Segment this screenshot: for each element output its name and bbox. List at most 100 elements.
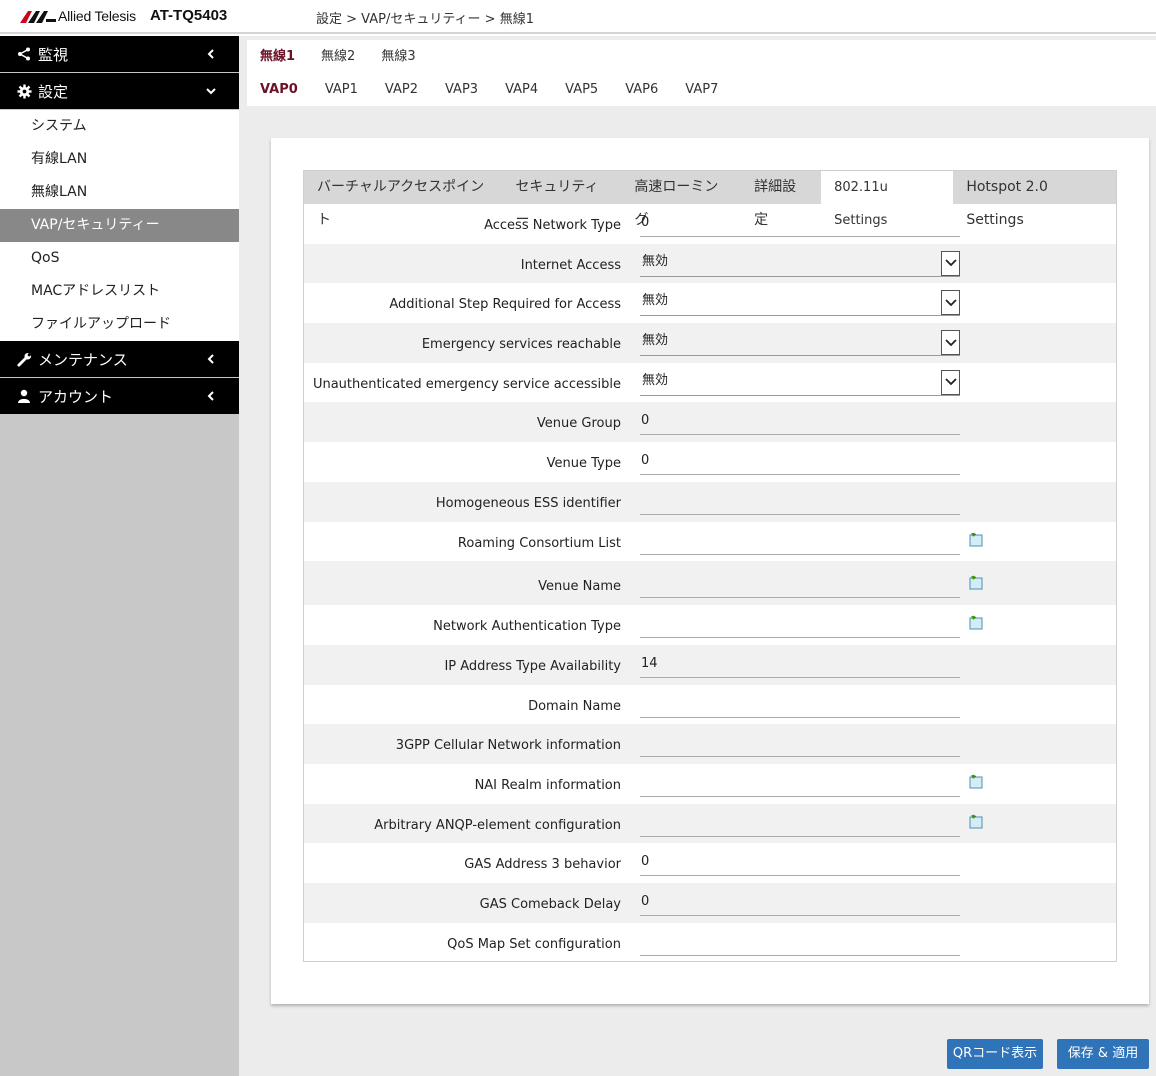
tab-vap4[interactable]: VAP4 <box>492 74 552 106</box>
venue-group-input[interactable]: 0 <box>640 413 960 436</box>
form-row: NAI Realm information <box>304 764 1116 804</box>
roaming-consortium-input[interactable] <box>640 533 960 555</box>
radio-tabs: 無線1 無線2 無線3 <box>247 40 429 72</box>
chevron-left-icon <box>207 391 214 401</box>
form-row: Homogeneous ESS identifier <box>304 481 1116 522</box>
form-row: QoS Map Set configuration <box>304 923 1116 963</box>
tab-vap1[interactable]: VAP1 <box>312 74 372 106</box>
sidebar-item-wireless-lan[interactable]: 無線LAN <box>0 176 239 209</box>
domain-name-input[interactable] <box>640 696 960 718</box>
nai-realm-input[interactable] <box>640 775 960 797</box>
tab-vap5[interactable]: VAP5 <box>552 74 612 106</box>
form-row: IP Address Type Availability 14 <box>304 644 1116 685</box>
form-row: GAS Address 3 behavior 0 <box>304 843 1116 883</box>
unauth-emergency-label: Unauthenticated emergency service access… <box>312 376 621 392</box>
qos-map-set-label: QoS Map Set configuration <box>447 936 621 952</box>
tab-hotspot20-settings[interactable]: Hotspot 2.0 Settings <box>953 171 1116 228</box>
chevron-down-icon[interactable] <box>941 250 960 276</box>
form-row: 3GPP Cellular Network information <box>304 724 1116 764</box>
sidebar-item-file-upload[interactable]: ファイルアップロード <box>0 308 239 341</box>
tab-radio1[interactable]: 無線1 <box>247 40 309 72</box>
tab-80211u-settings[interactable]: 802.11u Settings <box>821 171 954 228</box>
venue-name-input[interactable] <box>640 576 960 599</box>
venue-type-input[interactable]: 0 <box>640 453 960 476</box>
additional-step-value: 無効 <box>642 293 669 309</box>
tab-vap2[interactable]: VAP2 <box>372 74 432 106</box>
unauth-emergency-select[interactable]: 無効 <box>640 369 960 396</box>
nav-maintenance[interactable]: メンテナンス <box>0 341 239 377</box>
gas-address3-label: GAS Address 3 behavior <box>464 857 621 873</box>
add-entry-icon[interactable] <box>968 532 984 548</box>
qr-code-button[interactable]: QRコード表示 <box>947 1039 1043 1069</box>
main-content: 無線1 無線2 無線3 VAP0 VAP1 VAP2 VAP3 VAP4 VAP… <box>239 36 1156 1076</box>
form-row: Venue Type 0 <box>304 442 1116 482</box>
qos-map-set-input[interactable] <box>640 934 960 956</box>
sidebar-item-system[interactable]: システム <box>0 110 239 143</box>
chevron-down-icon <box>206 88 216 95</box>
nav-settings-label: 設定 <box>38 82 69 101</box>
anqp-element-label: Arbitrary ANQP-element configuration <box>374 817 621 833</box>
gas-address3-input[interactable]: 0 <box>640 854 960 877</box>
sidebar-item-mac-address-list[interactable]: MACアドレスリスト <box>0 275 239 308</box>
tabs-area: 無線1 無線2 無線3 VAP0 VAP1 VAP2 VAP3 VAP4 VAP… <box>247 40 1156 106</box>
tab-fast-roaming[interactable]: 高速ローミング <box>621 171 741 228</box>
access-network-type-label: Access Network Type <box>484 218 621 233</box>
unauth-emergency-value: 無効 <box>642 372 669 388</box>
form-row: Venue Name <box>304 561 1116 606</box>
tab-vap7[interactable]: VAP7 <box>672 74 732 106</box>
hessid-input[interactable] <box>640 493 960 515</box>
form-row: Venue Group 0 <box>304 402 1116 443</box>
nav-monitor[interactable]: 監視 <box>0 36 239 72</box>
gas-comeback-delay-label: GAS Comeback Delay <box>479 897 621 912</box>
nav-settings[interactable]: 設定 <box>0 73 239 109</box>
tab-radio3[interactable]: 無線3 <box>368 40 428 72</box>
add-entry-icon[interactable] <box>968 615 984 631</box>
add-entry-icon[interactable] <box>968 774 984 790</box>
sidebar-item-wired-lan[interactable]: 有線LAN <box>0 143 239 176</box>
venue-type-label: Venue Type <box>546 456 621 472</box>
anqp-element-input[interactable] <box>640 815 960 837</box>
tab-vap6[interactable]: VAP6 <box>612 74 672 106</box>
ip-address-type-label: IP Address Type Availability <box>444 658 621 674</box>
3gpp-cellular-input[interactable] <box>640 735 960 758</box>
tab-vap0[interactable]: VAP0 <box>247 74 312 106</box>
nai-realm-label: NAI Realm information <box>474 777 621 793</box>
additional-step-label: Additional Step Required for Access <box>389 297 621 313</box>
allied-telesis-logo-icon <box>20 11 56 23</box>
save-apply-button[interactable]: 保存 & 適用 <box>1057 1039 1149 1069</box>
tab-security[interactable]: セキュリティー <box>502 171 621 228</box>
gear-icon <box>16 83 32 99</box>
access-network-type-input[interactable]: 0 <box>640 215 960 237</box>
venue-name-label: Venue Name <box>538 579 621 595</box>
ip-address-type-input[interactable]: 14 <box>640 656 960 678</box>
chevron-down-icon[interactable] <box>941 369 960 395</box>
emergency-services-select[interactable]: 無効 <box>640 330 960 357</box>
gas-comeback-delay-input[interactable]: 0 <box>640 894 960 916</box>
internet-access-select[interactable]: 無効 <box>640 250 960 277</box>
form-row: Domain Name <box>304 685 1116 725</box>
tab-advanced-settings[interactable]: 詳細設定 <box>741 171 821 228</box>
tab-vap3[interactable]: VAP3 <box>432 74 492 106</box>
chevron-down-icon[interactable] <box>941 290 960 316</box>
chevron-down-icon[interactable] <box>941 330 960 356</box>
form-row: Roaming Consortium List <box>304 522 1116 562</box>
tab-radio2[interactable]: 無線2 <box>308 40 368 72</box>
form-row: GAS Comeback Delay 0 <box>304 883 1116 923</box>
sidebar-item-qos[interactable]: QoS <box>0 242 239 275</box>
add-entry-icon[interactable] <box>968 814 984 830</box>
nav-account[interactable]: アカウント <box>0 378 239 414</box>
emergency-services-value: 無効 <box>642 333 669 349</box>
sidebar: 監視 設定 システム 有線LAN 無線LAN VAP/セキュリティー QoS M… <box>0 36 239 1076</box>
sidebar-item-vap-security[interactable]: VAP/セキュリティー <box>0 209 239 242</box>
internet-access-label: Internet Access <box>520 257 621 273</box>
add-entry-icon[interactable] <box>968 575 984 591</box>
network-auth-type-input[interactable] <box>640 616 960 639</box>
tab-virtual-access-point[interactable]: バーチャルアクセスポイント <box>304 171 502 228</box>
emergency-services-label: Emergency services reachable <box>421 337 621 353</box>
form-row: Arbitrary ANQP-element configuration <box>304 803 1116 844</box>
user-icon <box>16 388 32 404</box>
section-tabs: バーチャルアクセスポイント セキュリティー 高速ローミング 詳細設定 802.1… <box>303 170 1117 228</box>
additional-step-select[interactable]: 無効 <box>640 290 960 317</box>
nav-maintenance-label: メンテナンス <box>38 350 128 369</box>
3gpp-cellular-label: 3GPP Cellular Network information <box>395 738 621 754</box>
